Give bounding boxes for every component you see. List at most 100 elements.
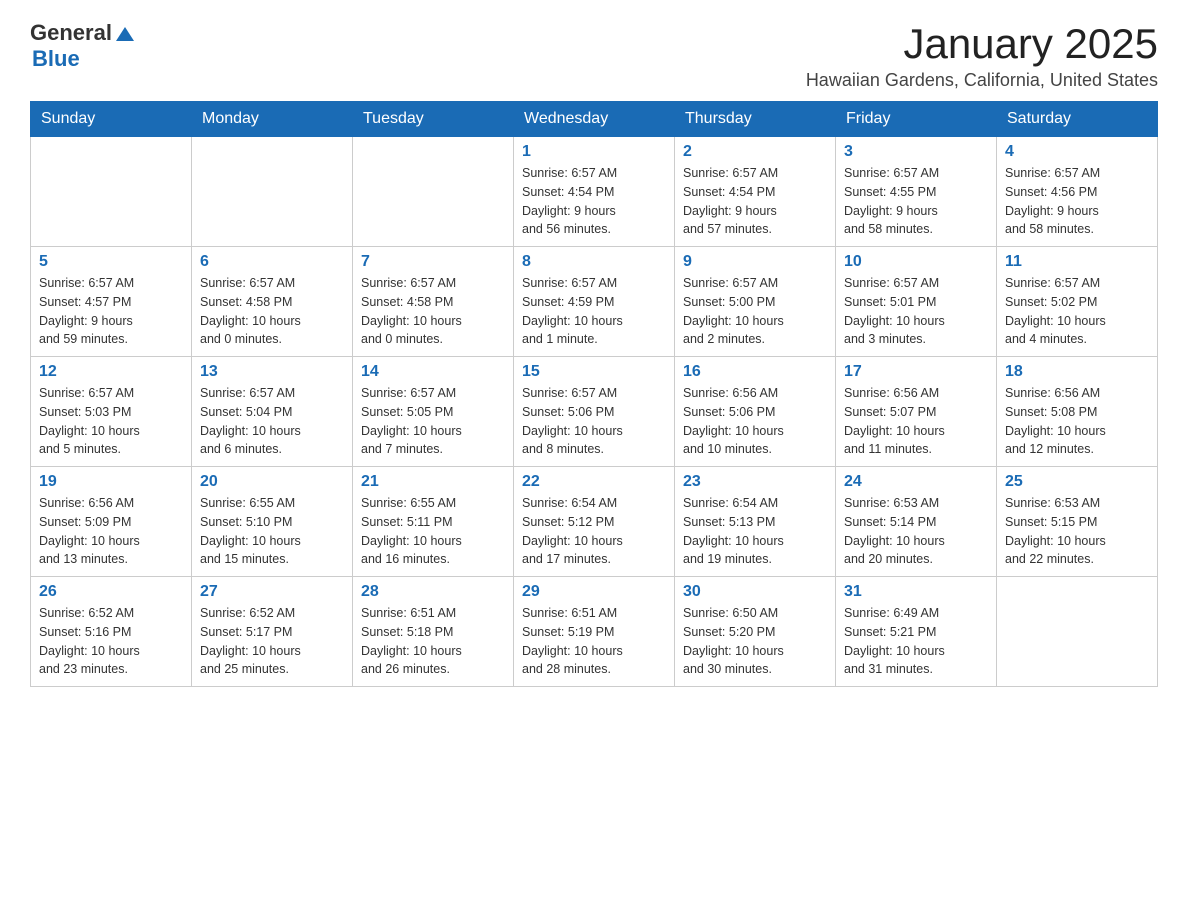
day-number: 8 — [522, 253, 666, 271]
day-info: Sunrise: 6:57 AMSunset: 4:56 PMDaylight:… — [1005, 164, 1149, 239]
week-row-3: 12 Sunrise: 6:57 AMSunset: 5:03 PMDayligh… — [31, 357, 1158, 467]
calendar-cell: 13Sunrise: 6:57 AMSunset: 5:04 PMDayligh… — [192, 357, 353, 467]
header-sunday: Sunday — [31, 102, 192, 137]
day-number: 25 — [1005, 473, 1149, 491]
day-number: 27 — [200, 583, 344, 601]
calendar-cell — [997, 577, 1158, 687]
day-info: Sunrise: 6:57 AMSunset: 4:57 PMDaylight:… — [39, 274, 183, 349]
calendar-cell: 15Sunrise: 6:57 AMSunset: 5:06 PMDayligh… — [514, 357, 675, 467]
day-info: Sunrise: 6:57 AMSunset: 5:01 PMDaylight:… — [844, 274, 988, 349]
day-number: 11 — [1005, 253, 1149, 271]
calendar-cell: 14 Sunrise: 6:57 AMSunset: 5:05 PMDayligh… — [353, 357, 514, 467]
day-number: 23 — [683, 473, 827, 491]
day-info: Sunrise: 6:57 AMSunset: 5:02 PMDaylight:… — [1005, 274, 1149, 349]
day-info: Sunrise: 6:53 AMSunset: 5:14 PMDaylight:… — [844, 494, 988, 569]
day-number: 5 — [39, 253, 183, 271]
calendar-cell: 20Sunrise: 6:55 AMSunset: 5:10 PMDayligh… — [192, 467, 353, 577]
day-number: 31 — [844, 583, 988, 601]
week-row-2: 5 Sunrise: 6:57 AMSunset: 4:57 PMDaylight… — [31, 247, 1158, 357]
day-info: Sunrise: 6:55 AMSunset: 5:11 PMDaylight:… — [361, 494, 505, 569]
day-info: Sunrise: 6:55 AMSunset: 5:10 PMDaylight:… — [200, 494, 344, 569]
day-info: Sunrise: 6:57 AMSunset: 5:00 PMDaylight:… — [683, 274, 827, 349]
calendar-cell: 26Sunrise: 6:52 AMSunset: 5:16 PMDayligh… — [31, 577, 192, 687]
header-monday: Monday — [192, 102, 353, 137]
calendar-cell: 16 Sunrise: 6:56 AMSunset: 5:06 PMDayligh… — [675, 357, 836, 467]
day-number: 18 — [1005, 363, 1149, 381]
calendar-cell: 29 Sunrise: 6:51 AMSunset: 5:19 PMDayligh… — [514, 577, 675, 687]
calendar-cell: 22Sunrise: 6:54 AMSunset: 5:12 PMDayligh… — [514, 467, 675, 577]
title-section: January 2025 Hawaiian Gardens, Californi… — [806, 20, 1158, 91]
day-info: Sunrise: 6:49 AMSunset: 5:21 PMDaylight:… — [844, 604, 988, 679]
day-info: Sunrise: 6:56 AMSunset: 5:07 PMDaylight:… — [844, 384, 988, 459]
calendar-cell: 18 Sunrise: 6:56 AMSunset: 5:08 PMDayligh… — [997, 357, 1158, 467]
calendar-cell: 1Sunrise: 6:57 AMSunset: 4:54 PMDaylight… — [514, 137, 675, 247]
week-row-4: 19 Sunrise: 6:56 AMSunset: 5:09 PMDayligh… — [31, 467, 1158, 577]
day-info: Sunrise: 6:54 AMSunset: 5:13 PMDaylight:… — [683, 494, 827, 569]
calendar-cell: 24 Sunrise: 6:53 AMSunset: 5:14 PMDayligh… — [836, 467, 997, 577]
header-thursday: Thursday — [675, 102, 836, 137]
calendar-cell: 27 Sunrise: 6:52 AMSunset: 5:17 PMDayligh… — [192, 577, 353, 687]
header-wednesday: Wednesday — [514, 102, 675, 137]
day-number: 9 — [683, 253, 827, 271]
calendar-cell: 4 Sunrise: 6:57 AMSunset: 4:56 PMDaylight… — [997, 137, 1158, 247]
day-number: 30 — [683, 583, 827, 601]
day-number: 29 — [522, 583, 666, 601]
day-number: 16 — [683, 363, 827, 381]
calendar-cell: 31 Sunrise: 6:49 AMSunset: 5:21 PMDayligh… — [836, 577, 997, 687]
week-row-5: 26Sunrise: 6:52 AMSunset: 5:16 PMDayligh… — [31, 577, 1158, 687]
calendar-cell: 25 Sunrise: 6:53 AMSunset: 5:15 PMDayligh… — [997, 467, 1158, 577]
day-number: 21 — [361, 473, 505, 491]
calendar-table: SundayMondayTuesdayWednesdayThursdayFrid… — [30, 101, 1158, 687]
day-number: 4 — [1005, 143, 1149, 161]
logo: General Blue — [30, 20, 134, 72]
calendar-cell: 19 Sunrise: 6:56 AMSunset: 5:09 PMDayligh… — [31, 467, 192, 577]
day-number: 6 — [200, 253, 344, 271]
calendar-cell: 10 Sunrise: 6:57 AMSunset: 5:01 PMDayligh… — [836, 247, 997, 357]
week-row-1: 1Sunrise: 6:57 AMSunset: 4:54 PMDaylight… — [31, 137, 1158, 247]
day-info: Sunrise: 6:56 AMSunset: 5:09 PMDaylight:… — [39, 494, 183, 569]
day-number: 14 — [361, 363, 505, 381]
day-info: Sunrise: 6:57 AMSunset: 4:54 PMDaylight:… — [683, 164, 827, 239]
day-info: Sunrise: 6:57 AMSunset: 5:03 PMDaylight:… — [39, 384, 183, 459]
calendar-cell: 12 Sunrise: 6:57 AMSunset: 5:03 PMDayligh… — [31, 357, 192, 467]
day-number: 24 — [844, 473, 988, 491]
main-title: January 2025 — [806, 20, 1158, 68]
header-saturday: Saturday — [997, 102, 1158, 137]
calendar-cell: 30 Sunrise: 6:50 AMSunset: 5:20 PMDayligh… — [675, 577, 836, 687]
page-header: General Blue January 2025 Hawaiian Garde… — [30, 20, 1158, 91]
calendar-cell: 7Sunrise: 6:57 AMSunset: 4:58 PMDaylight… — [353, 247, 514, 357]
calendar-cell: 21 Sunrise: 6:55 AMSunset: 5:11 PMDayligh… — [353, 467, 514, 577]
day-number: 2 — [683, 143, 827, 161]
day-info: Sunrise: 6:51 AMSunset: 5:19 PMDaylight:… — [522, 604, 666, 679]
calendar-body: 1Sunrise: 6:57 AMSunset: 4:54 PMDaylight… — [31, 137, 1158, 687]
day-info: Sunrise: 6:52 AMSunset: 5:17 PMDaylight:… — [200, 604, 344, 679]
calendar-header: SundayMondayTuesdayWednesdayThursdayFrid… — [31, 102, 1158, 137]
day-info: Sunrise: 6:54 AMSunset: 5:12 PMDaylight:… — [522, 494, 666, 569]
calendar-cell: 17Sunrise: 6:56 AMSunset: 5:07 PMDayligh… — [836, 357, 997, 467]
calendar-cell: 2 Sunrise: 6:57 AMSunset: 4:54 PMDaylight… — [675, 137, 836, 247]
header-tuesday: Tuesday — [353, 102, 514, 137]
day-number: 12 — [39, 363, 183, 381]
day-info: Sunrise: 6:57 AMSunset: 4:55 PMDaylight:… — [844, 164, 988, 239]
day-info: Sunrise: 6:57 AMSunset: 4:58 PMDaylight:… — [361, 274, 505, 349]
calendar-cell: 11 Sunrise: 6:57 AMSunset: 5:02 PMDayligh… — [997, 247, 1158, 357]
day-info: Sunrise: 6:53 AMSunset: 5:15 PMDaylight:… — [1005, 494, 1149, 569]
day-info: Sunrise: 6:50 AMSunset: 5:20 PMDaylight:… — [683, 604, 827, 679]
day-info: Sunrise: 6:56 AMSunset: 5:06 PMDaylight:… — [683, 384, 827, 459]
day-number: 19 — [39, 473, 183, 491]
calendar-cell: 5 Sunrise: 6:57 AMSunset: 4:57 PMDaylight… — [31, 247, 192, 357]
day-number: 26 — [39, 583, 183, 601]
day-info: Sunrise: 6:57 AMSunset: 5:05 PMDaylight:… — [361, 384, 505, 459]
day-number: 3 — [844, 143, 988, 161]
calendar-cell: 28Sunrise: 6:51 AMSunset: 5:18 PMDayligh… — [353, 577, 514, 687]
calendar-cell — [192, 137, 353, 247]
calendar-cell — [353, 137, 514, 247]
calendar-cell: 3 Sunrise: 6:57 AMSunset: 4:55 PMDaylight… — [836, 137, 997, 247]
calendar-cell: 6Sunrise: 6:57 AMSunset: 4:58 PMDaylight… — [192, 247, 353, 357]
day-number: 15 — [522, 363, 666, 381]
day-info: Sunrise: 6:56 AMSunset: 5:08 PMDaylight:… — [1005, 384, 1149, 459]
header-friday: Friday — [836, 102, 997, 137]
calendar-cell — [31, 137, 192, 247]
day-number: 10 — [844, 253, 988, 271]
calendar-cell: 9 Sunrise: 6:57 AMSunset: 5:00 PMDaylight… — [675, 247, 836, 357]
